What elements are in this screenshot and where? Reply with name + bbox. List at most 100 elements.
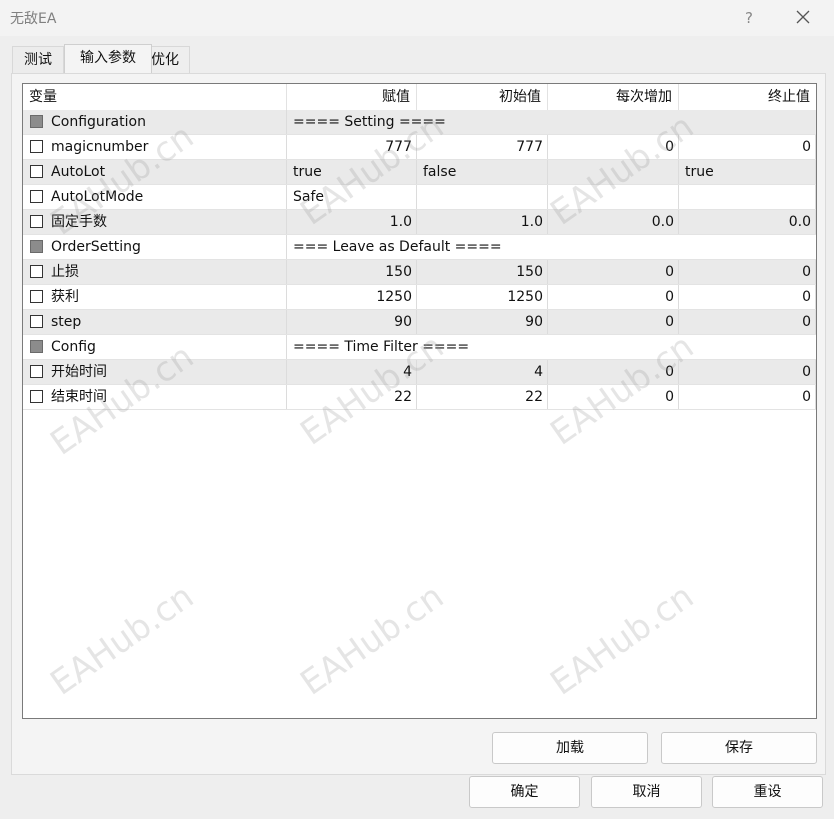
optimize-checkbox[interactable] xyxy=(30,165,43,178)
variable-name: AutoLotMode xyxy=(51,189,144,205)
stop-cell[interactable] xyxy=(679,185,816,209)
optimize-checkbox[interactable] xyxy=(30,215,43,228)
title-bar: 无敌EA ? xyxy=(0,0,834,36)
variable-name: 固定手数 xyxy=(51,214,107,230)
start-cell[interactable]: 22 xyxy=(417,385,548,409)
column-header-stop[interactable]: 终止值 xyxy=(679,84,816,110)
ok-button[interactable]: 确定 xyxy=(469,776,580,808)
variable-name: AutoLot xyxy=(51,164,106,180)
value-cell[interactable]: 777 xyxy=(287,135,417,159)
table-row[interactable]: Config ==== Time Filter ==== xyxy=(23,335,816,360)
stop-cell[interactable]: 0 xyxy=(679,310,816,334)
table-row[interactable]: 止损 150 150 0 0 xyxy=(23,260,816,285)
table-row[interactable]: 获利 1250 1250 0 0 xyxy=(23,285,816,310)
table-row[interactable]: AutoLot true false true xyxy=(23,160,816,185)
start-cell[interactable] xyxy=(417,185,548,209)
stop-cell[interactable]: 0 xyxy=(679,285,816,309)
reset-button[interactable]: 重设 xyxy=(712,776,823,808)
step-cell[interactable] xyxy=(548,185,679,209)
value-cell[interactable]: 150 xyxy=(287,260,417,284)
variable-cell: magicnumber xyxy=(23,135,287,159)
value-cell[interactable]: Safe xyxy=(287,185,417,209)
window-title: 无敌EA xyxy=(10,11,57,27)
optimize-checkbox[interactable] xyxy=(30,115,43,128)
column-header-value[interactable]: 赋值 xyxy=(287,84,417,110)
tab-test[interactable]: 测试 xyxy=(12,46,64,73)
table-row[interactable]: 固定手数 1.0 1.0 0.0 0.0 xyxy=(23,210,816,235)
variable-name: 结束时间 xyxy=(51,389,107,405)
close-button[interactable] xyxy=(789,5,817,31)
variable-cell: AutoLot xyxy=(23,160,287,184)
step-cell[interactable]: 0 xyxy=(548,285,679,309)
variable-cell: Configuration xyxy=(23,110,287,134)
start-cell[interactable]: 1.0 xyxy=(417,210,548,234)
optimize-checkbox[interactable] xyxy=(30,290,43,303)
table-row[interactable]: AutoLotMode Safe xyxy=(23,185,816,210)
value-cell[interactable]: 4 xyxy=(287,360,417,384)
column-header-start[interactable]: 初始值 xyxy=(417,84,548,110)
optimize-checkbox[interactable] xyxy=(30,365,43,378)
column-header-step[interactable]: 每次增加 xyxy=(548,84,679,110)
variable-name: Config xyxy=(51,339,96,355)
table-row[interactable]: magicnumber 777 777 0 0 xyxy=(23,135,816,160)
variable-cell: 固定手数 xyxy=(23,210,287,234)
stop-cell[interactable]: 0 xyxy=(679,360,816,384)
stop-cell[interactable]: 0 xyxy=(679,260,816,284)
step-cell[interactable]: 0 xyxy=(548,385,679,409)
load-button[interactable]: 加载 xyxy=(492,732,648,764)
variable-cell: 结束时间 xyxy=(23,385,287,409)
value-cell[interactable]: true xyxy=(287,160,417,184)
optimize-checkbox[interactable] xyxy=(30,140,43,153)
save-button[interactable]: 保存 xyxy=(661,732,817,764)
table-row[interactable]: 结束时间 22 22 0 0 xyxy=(23,385,816,410)
start-cell[interactable]: 777 xyxy=(417,135,548,159)
step-cell[interactable] xyxy=(548,160,679,184)
variable-cell: 获利 xyxy=(23,285,287,309)
step-cell[interactable]: 0 xyxy=(548,360,679,384)
start-cell[interactable]: 150 xyxy=(417,260,548,284)
step-cell[interactable]: 0 xyxy=(548,260,679,284)
optimize-checkbox[interactable] xyxy=(30,240,43,253)
table-header: 变量 赋值 初始值 每次增加 终止值 xyxy=(23,84,816,111)
help-button[interactable]: ? xyxy=(736,5,762,31)
table-row[interactable]: OrderSetting === Leave as Default ==== xyxy=(23,235,816,260)
variable-cell: Config xyxy=(23,335,287,359)
variable-cell: step xyxy=(23,310,287,334)
tab-inputs[interactable]: 输入参数 xyxy=(64,44,152,73)
value-cell[interactable]: 90 xyxy=(287,310,417,334)
group-separator-value: ==== Setting ==== xyxy=(293,114,446,130)
step-cell[interactable]: 0.0 xyxy=(548,210,679,234)
optimize-checkbox[interactable] xyxy=(30,315,43,328)
value-cell[interactable]: 1.0 xyxy=(287,210,417,234)
close-icon xyxy=(796,10,810,24)
value-cell[interactable]: 22 xyxy=(287,385,417,409)
variable-name: step xyxy=(51,314,82,330)
column-header-variable[interactable]: 变量 xyxy=(23,84,287,110)
start-cell[interactable]: 4 xyxy=(417,360,548,384)
step-cell[interactable]: 0 xyxy=(548,135,679,159)
stop-cell[interactable]: true xyxy=(679,160,816,184)
stop-cell[interactable]: 0 xyxy=(679,385,816,409)
group-separator-value: === Leave as Default ==== xyxy=(293,239,502,255)
step-cell[interactable]: 0 xyxy=(548,310,679,334)
stop-cell[interactable]: 0.0 xyxy=(679,210,816,234)
variable-name: 开始时间 xyxy=(51,364,107,380)
table-row[interactable]: Configuration ==== Setting ==== xyxy=(23,110,816,135)
stop-cell[interactable]: 0 xyxy=(679,135,816,159)
variable-cell: OrderSetting xyxy=(23,235,287,259)
variable-name: 止损 xyxy=(51,264,79,280)
optimize-checkbox[interactable] xyxy=(30,340,43,353)
start-cell[interactable]: 1250 xyxy=(417,285,548,309)
value-cell[interactable]: 1250 xyxy=(287,285,417,309)
optimize-checkbox[interactable] xyxy=(30,265,43,278)
variable-name: magicnumber xyxy=(51,139,149,155)
table-row[interactable]: 开始时间 4 4 0 0 xyxy=(23,360,816,385)
table-row[interactable]: step 90 90 0 0 xyxy=(23,310,816,335)
variable-cell: 止损 xyxy=(23,260,287,284)
start-cell[interactable]: 90 xyxy=(417,310,548,334)
start-cell[interactable]: false xyxy=(417,160,548,184)
optimize-checkbox[interactable] xyxy=(30,390,43,403)
optimize-checkbox[interactable] xyxy=(30,190,43,203)
variable-cell: 开始时间 xyxy=(23,360,287,384)
cancel-button[interactable]: 取消 xyxy=(591,776,702,808)
